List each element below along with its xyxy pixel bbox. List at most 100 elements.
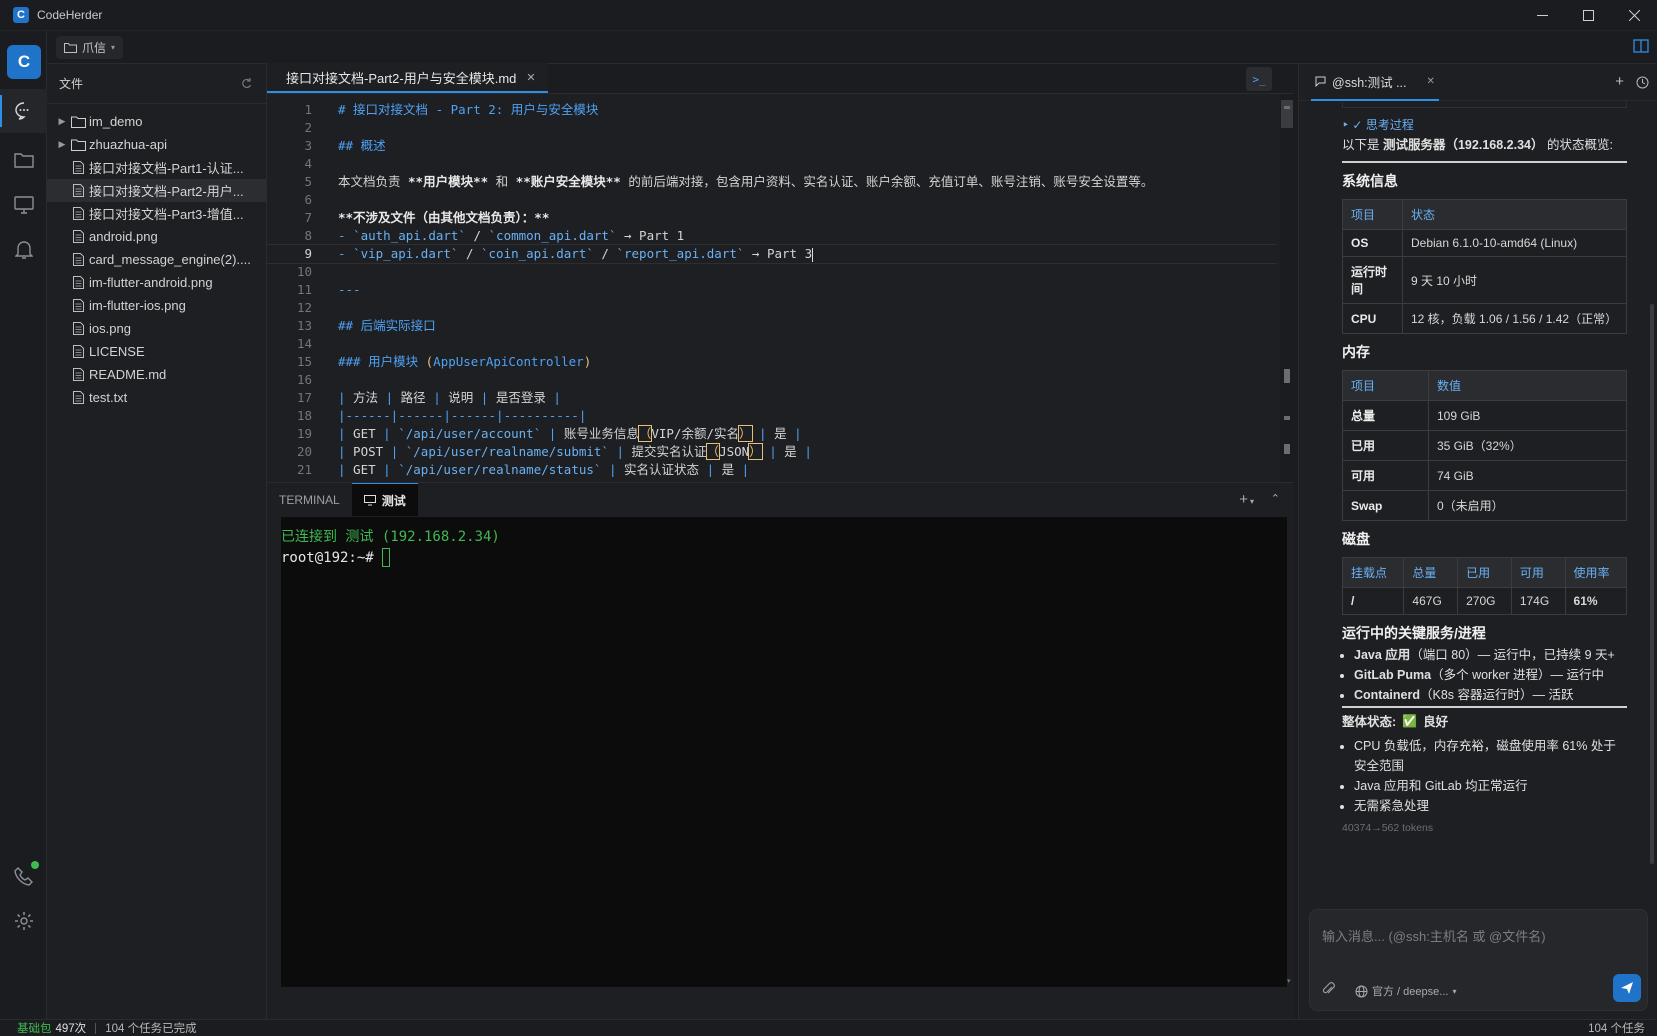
layout-toggle-button[interactable] bbox=[1633, 38, 1649, 54]
new-terminal-button[interactable]: + ▾ bbox=[1239, 491, 1254, 508]
explorer-header: 文件 bbox=[47, 64, 266, 104]
monitor-icon bbox=[363, 494, 376, 505]
table-row: OS Debian 6.1.0-10-amd64 (Linux) bbox=[1342, 229, 1627, 257]
settings-button[interactable] bbox=[0, 899, 47, 943]
chat-panel: @ssh:测试 ... ✕ + ‣ ✓ 思考过程 以下是 测试服务器（192.1… bbox=[1298, 64, 1657, 1019]
file-item[interactable]: im-flutter-android.png bbox=[47, 271, 266, 294]
table-cell: 9 天 10 小时 bbox=[1402, 256, 1627, 304]
close-window-button[interactable] bbox=[1611, 0, 1657, 31]
refresh-icon[interactable] bbox=[241, 78, 252, 89]
file-item[interactable]: 接口对接文档-Part1-认证... bbox=[47, 156, 266, 179]
chat-messages[interactable]: ‣ ✓ 思考过程 以下是 测试服务器（192.168.2.34） 的状态概览: … bbox=[1299, 102, 1657, 902]
file-icon bbox=[69, 230, 87, 243]
service-detail: （K8s 容器运行时）— 活跃 bbox=[1419, 688, 1574, 702]
line-text bbox=[312, 263, 338, 281]
file-item[interactable]: card_message_engine(2).... bbox=[47, 248, 266, 271]
service-item: Containerd（K8s 容器运行时）— 活跃 bbox=[1354, 685, 1638, 705]
send-icon bbox=[1621, 982, 1633, 994]
code-line: 11 --- bbox=[267, 281, 1277, 299]
file-item[interactable]: 接口对接文档-Part3-增值... bbox=[47, 202, 266, 225]
editor-tab[interactable]: 接口对接文档-Part2-用户与安全模块.md ✕ bbox=[267, 63, 548, 93]
code-view[interactable]: 1 # 接口对接文档 - Part 2: 用户与安全模块 2 3 ## 概述 4 5 本文档负… bbox=[267, 101, 1277, 482]
open-terminal-button[interactable]: >_ bbox=[1246, 67, 1272, 91]
folder-item[interactable]: ▶ zhuazhua-api bbox=[47, 133, 266, 156]
terminal-scrollbar[interactable]: ▾ bbox=[1285, 517, 1293, 987]
file-item[interactable]: README.md bbox=[47, 363, 266, 386]
folder-icon bbox=[69, 116, 87, 128]
call-button[interactable] bbox=[0, 854, 47, 898]
model-selector[interactable]: 官方 / deepse... ▾ bbox=[1355, 983, 1456, 999]
file-item[interactable]: android.png bbox=[47, 225, 266, 248]
folder-icon bbox=[69, 139, 87, 151]
minimize-button[interactable] bbox=[1519, 0, 1565, 31]
close-tab-icon[interactable]: ✕ bbox=[526, 71, 535, 84]
workspace-name: 爪信 bbox=[82, 41, 107, 55]
remote-activity-button[interactable] bbox=[0, 183, 47, 227]
close-tab-icon[interactable]: ✕ bbox=[1427, 76, 1435, 87]
package-count: 497次 bbox=[55, 1023, 87, 1035]
tab-terminal-session[interactable]: 测试 bbox=[351, 483, 418, 516]
workspace-selector[interactable]: 爪信 ▾ bbox=[56, 36, 124, 59]
table-cell: 270G bbox=[1457, 587, 1512, 615]
maximize-button[interactable] bbox=[1565, 0, 1611, 31]
message-input[interactable]: 输入消息... (@ssh:主机名 或 @文件名) bbox=[1322, 926, 1546, 945]
file-item[interactable]: 接口对接文档-Part2-用户... bbox=[47, 179, 266, 202]
tasks-count[interactable]: 104 个任务 bbox=[1588, 1020, 1645, 1036]
file-label: README.md bbox=[89, 367, 167, 382]
tasks-completed[interactable]: 104 个任务已完成 bbox=[105, 1020, 196, 1036]
terminal-tab-bar: TERMINAL 测试 + ▾ ⌃ bbox=[267, 483, 1294, 516]
editor-tab-bar: 接口对接文档-Part2-用户与安全模块.md ✕ >_ bbox=[267, 63, 1294, 94]
collapse-terminal-button[interactable]: ⌃ bbox=[1271, 492, 1280, 505]
system-info-table: 项目 状态 OS Debian 6.1.0-10-amd64 (Linux) 运行时间 9… bbox=[1342, 199, 1627, 334]
file-item[interactable]: im-flutter-ios.png bbox=[47, 294, 266, 317]
table-cell: 174G bbox=[1510, 587, 1566, 615]
notifications-activity-button[interactable] bbox=[0, 228, 47, 272]
monitor-icon bbox=[13, 196, 34, 214]
history-icon[interactable] bbox=[1636, 76, 1649, 89]
table-cell: 61% bbox=[1564, 587, 1628, 615]
line-number: 21 bbox=[296, 462, 312, 477]
maximize-icon bbox=[1582, 10, 1594, 21]
code-line: 8 - `auth_api.dart` / `common_api.dart` →… bbox=[267, 227, 1277, 245]
new-chat-button[interactable]: + bbox=[1615, 73, 1624, 90]
terminal-output[interactable]: 已连接到 测试 (192.168.2.34) root@192:~# bbox=[281, 517, 1287, 987]
files-activity-button[interactable] bbox=[0, 138, 47, 182]
file-item[interactable]: ios.png bbox=[47, 317, 266, 340]
folder-item[interactable]: ▶ im_demo bbox=[47, 110, 266, 133]
file-item[interactable]: LICENSE bbox=[47, 340, 266, 363]
line-text: --- bbox=[338, 282, 361, 297]
service-detail: （多个 worker 进程）— 运行中 bbox=[1431, 668, 1605, 682]
line-number: 8 bbox=[304, 228, 312, 243]
chat-scrollbar[interactable] bbox=[1650, 304, 1654, 864]
file-item[interactable]: test.txt bbox=[47, 386, 266, 409]
table-cell: CPU bbox=[1342, 303, 1403, 334]
table-cell: 总量 bbox=[1342, 400, 1429, 431]
code-line: 16 bbox=[267, 371, 1277, 389]
line-text: **不涉及文件（由其他文档负责）：** bbox=[338, 210, 550, 225]
overall-status: 整体状态: ✅ 良好 bbox=[1342, 711, 1638, 730]
code-line: 4 bbox=[267, 155, 1277, 173]
chat-input-box[interactable]: 输入消息... (@ssh:主机名 或 @文件名) 官方 / deepse...… bbox=[1309, 909, 1648, 1011]
chevron-down-icon: ▾ bbox=[1249, 497, 1254, 506]
tab-terminal[interactable]: TERMINAL bbox=[267, 483, 352, 516]
send-button[interactable] bbox=[1613, 974, 1641, 1002]
chevron-right-icon: ▶ bbox=[58, 139, 66, 149]
line-text: - `vip_api.dart` / `coin_api.dart` / `re… bbox=[338, 246, 814, 262]
line-text bbox=[312, 335, 338, 353]
table-header: 总量 bbox=[1403, 557, 1459, 588]
table-row: /467G 270G 174G 61% bbox=[1341, 587, 1628, 615]
table-cell: Debian 6.1.0-10-amd64 (Linux) bbox=[1402, 229, 1627, 257]
chevron-right-icon: ▶ bbox=[58, 116, 66, 126]
thinking-toggle[interactable]: ‣ ✓ 思考过程 bbox=[1342, 116, 1638, 133]
line-text: ## 后端实际接口 bbox=[338, 318, 436, 333]
workspace-avatar[interactable]: C bbox=[7, 45, 41, 79]
table-cell: Swap bbox=[1342, 490, 1429, 521]
paperclip-icon[interactable] bbox=[1322, 982, 1336, 997]
chat-activity-button[interactable] bbox=[0, 89, 47, 133]
summary-list: CPU 负载低，内存充裕，磁盘使用率 61% 处于安全范围Java 应用和 Gi… bbox=[1342, 736, 1627, 816]
line-number: 15 bbox=[296, 354, 312, 369]
editor-scrollbar[interactable] bbox=[1280, 94, 1294, 482]
table-header: 数值 bbox=[1428, 370, 1627, 401]
minimize-icon bbox=[1536, 15, 1548, 16]
chat-tab[interactable]: @ssh:测试 ... ✕ bbox=[1311, 64, 1439, 101]
